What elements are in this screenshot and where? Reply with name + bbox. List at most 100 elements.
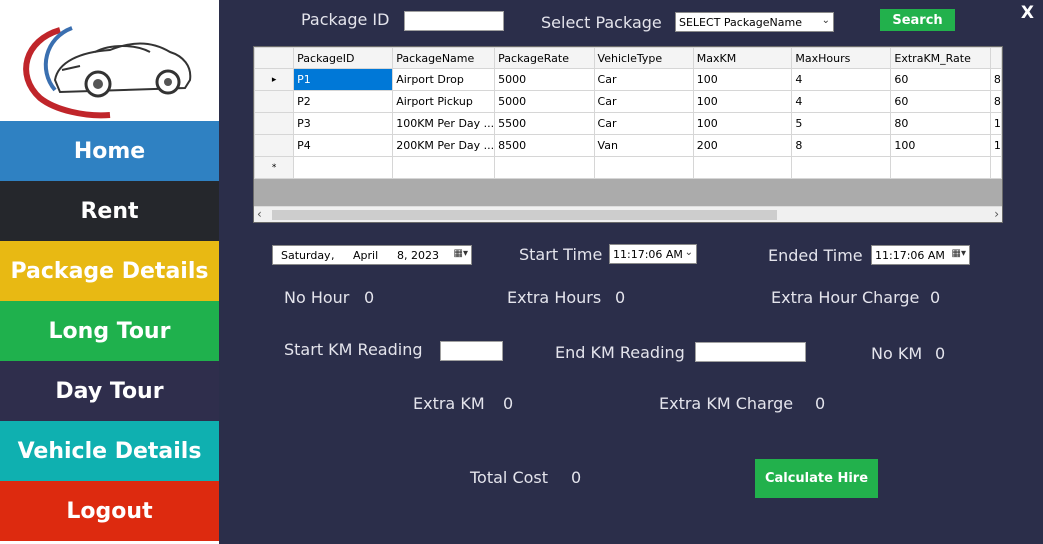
date-value: 8, 2023 <box>397 248 439 262</box>
table-cell[interactable]: 5 <box>791 112 892 135</box>
ended-time-picker[interactable]: 11:17:06 AM ▦▾ <box>871 245 970 265</box>
chevron-down-icon: ⌄ <box>821 15 830 26</box>
table-cell[interactable]: 4 <box>791 68 892 91</box>
column-header[interactable]: PackageID <box>293 47 394 69</box>
nav-day-tour-button[interactable]: Day Tour <box>0 361 219 421</box>
current-row-marker: ▸ <box>254 68 295 91</box>
column-header[interactable]: ExtraKM_Rate <box>890 47 991 69</box>
car-logo <box>0 0 219 121</box>
table-cell[interactable]: 100 <box>692 68 793 91</box>
table-cell[interactable] <box>293 156 394 179</box>
new-row[interactable]: * <box>254 156 1002 179</box>
table-cell[interactable]: Airport Pickup <box>392 90 496 113</box>
no-km-value: 0 <box>935 344 946 363</box>
table-cell[interactable]: P1 <box>293 68 394 91</box>
calendar-icon[interactable]: ▦▾ <box>952 248 966 259</box>
start-time-value: 11:17:06 AM <box>613 247 683 261</box>
row-header <box>254 90 295 113</box>
nav-home-button[interactable]: Home <box>0 121 219 181</box>
end-km-input[interactable] <box>695 342 806 362</box>
table-cell[interactable]: Airport Drop <box>392 68 496 91</box>
table-cell[interactable]: 8 <box>989 90 1002 113</box>
table-cell[interactable]: 8500 <box>494 134 595 157</box>
column-header[interactable]: MaxHours <box>791 47 892 69</box>
table-cell[interactable] <box>890 156 991 179</box>
no-km-label: No KM <box>871 344 923 363</box>
row-header <box>254 112 295 135</box>
table-cell[interactable]: 200KM Per Day ... <box>392 134 496 157</box>
start-km-input[interactable] <box>440 341 503 361</box>
sidebar: Home Rent Package Details Long Tour Day … <box>0 0 219 544</box>
table-row[interactable]: P4 200KM Per Day ... 8500 Van 200 8 100 … <box>254 134 1002 157</box>
date-picker[interactable]: Saturday , April 8, 2023 ▦▾ <box>272 245 472 265</box>
table-cell[interactable]: 5500 <box>494 112 595 135</box>
table-cell[interactable]: 8 <box>791 134 892 157</box>
package-grid[interactable]: PackageID PackageName PackageRate Vehicl… <box>253 46 1003 223</box>
table-cell[interactable]: P3 <box>293 112 394 135</box>
calculate-hire-button[interactable]: Calculate Hire <box>755 459 878 498</box>
column-header[interactable] <box>989 47 1002 69</box>
start-time-picker[interactable]: 11:17:06 AM ⌄ <box>609 244 697 264</box>
extra-hours-value: 0 <box>615 288 626 307</box>
table-row[interactable]: P2 Airport Pickup 5000 Car 100 4 60 8 <box>254 90 1002 113</box>
table-cell[interactable]: Car <box>593 68 694 91</box>
table-cell[interactable]: 200 <box>692 134 793 157</box>
table-cell[interactable]: P4 <box>293 134 394 157</box>
total-cost-value: 0 <box>571 468 582 487</box>
table-cell[interactable]: 1 <box>989 112 1002 135</box>
scrollbar-thumb[interactable] <box>272 210 777 220</box>
calendar-icon[interactable]: ▦▾ <box>454 248 468 259</box>
table-cell[interactable] <box>392 156 496 179</box>
package-id-label: Package ID <box>301 10 390 29</box>
extra-km-charge-value: 0 <box>815 394 826 413</box>
extra-km-label: Extra KM <box>413 394 485 413</box>
table-cell[interactable]: 5000 <box>494 90 595 113</box>
table-cell[interactable]: Car <box>593 112 694 135</box>
table-cell[interactable]: 80 <box>890 112 991 135</box>
table-cell[interactable] <box>791 156 892 179</box>
select-package-label: Select Package <box>541 13 662 32</box>
nav-logout-button[interactable]: Logout <box>0 481 219 541</box>
extra-hours-label: Extra Hours <box>507 288 602 307</box>
table-cell[interactable]: 5000 <box>494 68 595 91</box>
table-row[interactable]: P3 100KM Per Day ... 5500 Car 100 5 80 1 <box>254 112 1002 135</box>
table-cell[interactable] <box>494 156 595 179</box>
table-cell[interactable]: P2 <box>293 90 394 113</box>
scroll-left-icon[interactable]: ‹ <box>257 207 262 221</box>
extra-hour-charge-label: Extra Hour Charge <box>771 288 920 307</box>
table-cell[interactable]: 1 <box>989 134 1002 157</box>
table-cell[interactable] <box>692 156 793 179</box>
extra-hour-charge-value: 0 <box>930 288 941 307</box>
column-header[interactable]: VehicleType <box>593 47 694 69</box>
close-button[interactable]: X <box>1021 3 1034 23</box>
table-cell[interactable]: Van <box>593 134 694 157</box>
table-cell[interactable]: 100KM Per Day ... <box>392 112 496 135</box>
nav-vehicle-details-button[interactable]: Vehicle Details <box>0 421 219 481</box>
search-button[interactable]: Search <box>880 9 955 31</box>
table-cell[interactable]: 100 <box>692 90 793 113</box>
column-header[interactable]: PackageRate <box>494 47 595 69</box>
table-cell[interactable]: 100 <box>692 112 793 135</box>
new-row-marker: * <box>254 156 295 179</box>
nav-rent-button[interactable]: Rent <box>0 181 219 241</box>
table-cell[interactable] <box>989 156 1002 179</box>
column-header[interactable]: MaxKM <box>692 47 793 69</box>
horizontal-scrollbar[interactable]: ‹ › <box>254 206 1002 222</box>
nav-long-tour-button[interactable]: Long Tour <box>0 301 219 361</box>
scroll-right-icon[interactable]: › <box>994 207 999 221</box>
table-cell[interactable]: 8 <box>989 68 1002 91</box>
nav-package-details-button[interactable]: Package Details <box>0 241 219 301</box>
column-header[interactable]: PackageName <box>392 47 496 69</box>
table-cell[interactable]: 60 <box>890 90 991 113</box>
table-cell[interactable]: 60 <box>890 68 991 91</box>
date-month: April <box>353 248 379 262</box>
package-id-input[interactable] <box>404 11 504 31</box>
table-cell[interactable]: 100 <box>890 134 991 157</box>
table-cell[interactable]: 4 <box>791 90 892 113</box>
start-km-label: Start KM Reading <box>284 340 423 359</box>
select-package-value: SELECT PackageName <box>679 15 802 29</box>
select-package-dropdown[interactable]: SELECT PackageName ⌄ <box>675 12 834 32</box>
table-cell[interactable]: Car <box>593 90 694 113</box>
table-cell[interactable] <box>593 156 694 179</box>
table-row[interactable]: ▸ P1 Airport Drop 5000 Car 100 4 60 8 <box>254 68 1002 91</box>
